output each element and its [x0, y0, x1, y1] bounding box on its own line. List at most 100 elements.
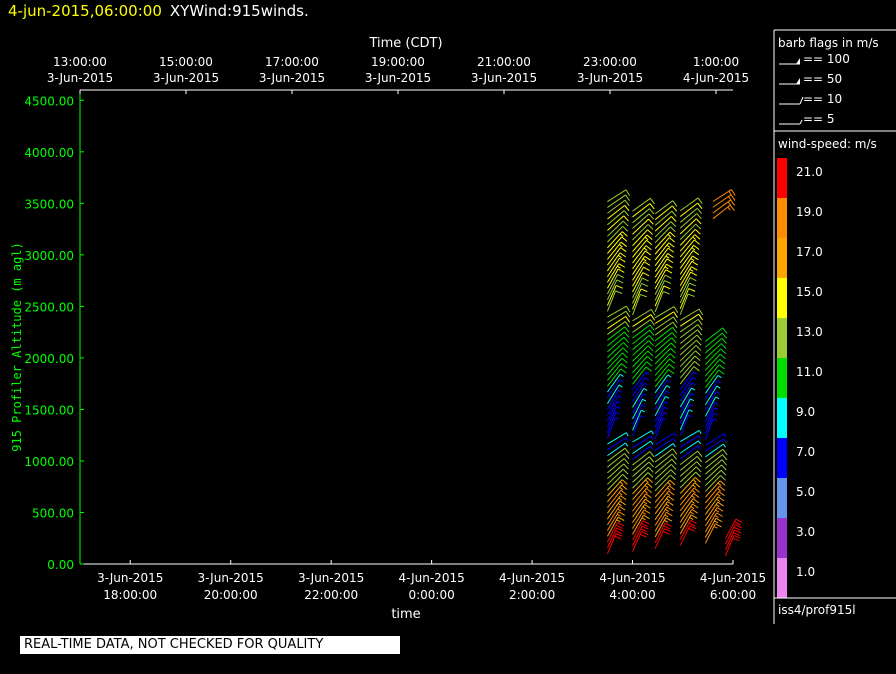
barb-full — [722, 327, 728, 334]
barb-full — [666, 258, 674, 264]
barb-staff — [679, 409, 690, 431]
barb-full — [689, 282, 696, 287]
barb-full — [640, 293, 647, 298]
barb-half — [642, 511, 647, 515]
barb-full — [623, 458, 630, 465]
speed-legend-title: wind-speed: m/s — [778, 137, 877, 151]
barb-full — [621, 484, 628, 490]
barb-full — [691, 266, 698, 271]
barb-full — [691, 260, 699, 266]
speed-legend-label: 5.0 — [796, 485, 815, 499]
barb-full — [644, 255, 651, 261]
y-tick-label: 500.00 — [32, 506, 74, 520]
barb-staff — [654, 316, 674, 330]
barb-full — [645, 250, 652, 256]
bottom-tick-date: 4-Jun-2015 — [599, 571, 665, 585]
barb-half — [643, 388, 648, 391]
barb-staff — [632, 440, 652, 454]
barb-staff — [704, 413, 715, 434]
barb-full — [693, 244, 700, 250]
barb-full — [648, 213, 655, 220]
barb-full — [718, 491, 725, 497]
top-tick-date: 3-Jun-2015 — [259, 71, 325, 85]
barb-half — [688, 409, 693, 412]
barb-full — [689, 277, 697, 282]
barb-full — [621, 363, 628, 369]
barb-staff — [704, 418, 714, 440]
barb-half — [691, 247, 696, 251]
barb-half — [697, 445, 701, 450]
barb-half — [644, 484, 649, 489]
barb-staff — [607, 305, 627, 318]
bottom-tick-time: 22:00:00 — [304, 588, 358, 602]
barb-full — [697, 319, 703, 326]
barb-full — [640, 533, 647, 538]
barb-full — [695, 223, 702, 230]
top-tick-date: 3-Jun-2015 — [365, 71, 431, 85]
barb-full — [664, 522, 672, 527]
speed-swatch — [777, 478, 787, 518]
barb-full — [668, 242, 675, 248]
barb-full — [642, 272, 650, 277]
barb-full — [735, 518, 743, 523]
speed-swatch — [777, 358, 787, 398]
barb-full — [617, 268, 625, 273]
top-tick-time: 15:00:00 — [159, 55, 213, 69]
barb-half — [618, 497, 623, 501]
barb-full — [720, 475, 726, 481]
barb-full — [643, 514, 650, 520]
barb-staff — [654, 258, 668, 278]
barb-full — [667, 495, 675, 501]
barb-half — [619, 481, 624, 485]
y-tick-label: 0.00 — [47, 558, 74, 572]
source-label: iss4/prof915l — [778, 603, 856, 617]
barb-full — [695, 350, 701, 356]
barb-full — [672, 321, 678, 329]
barb-full — [668, 490, 675, 496]
bottom-tick-date: 3-Jun-2015 — [97, 571, 163, 585]
barb-legend-flag — [796, 58, 800, 64]
barb-full — [716, 507, 724, 512]
barb-full — [721, 459, 727, 466]
barb-full — [620, 368, 627, 374]
barb-half — [664, 519, 669, 523]
barb-full — [692, 250, 700, 256]
barb-half — [715, 391, 720, 394]
barb-half — [644, 490, 648, 494]
barb-staff — [632, 283, 643, 304]
barb-full — [670, 221, 677, 227]
top-tick-time: 19:00:00 — [371, 55, 425, 69]
barb-full — [622, 220, 629, 227]
barb-half — [645, 479, 649, 484]
barb-full — [646, 239, 653, 246]
barb-half — [714, 401, 719, 405]
barb-legend-label: == 10 — [803, 92, 842, 106]
barb-staff — [632, 415, 642, 437]
barb-full — [687, 293, 695, 297]
barb-full — [670, 464, 677, 470]
barb-full — [624, 326, 630, 333]
barb-half — [619, 233, 624, 237]
barb-legend-label: == 50 — [803, 72, 842, 86]
barb-half — [714, 407, 719, 410]
barb-full — [673, 311, 678, 318]
barb-half — [666, 385, 671, 389]
speed-legend-label: 13.0 — [796, 325, 823, 339]
y-tick-label: 2000.00 — [24, 352, 74, 366]
barb-full — [668, 485, 675, 491]
barb-staff — [654, 418, 664, 440]
barb-full — [695, 466, 702, 473]
speed-swatch — [777, 518, 787, 558]
y-tick-label: 3000.00 — [24, 249, 74, 263]
bottom-axis-title: time — [391, 607, 420, 622]
barb-half — [641, 409, 646, 413]
barb-staff — [632, 435, 652, 449]
barb-full — [688, 288, 696, 292]
barb-half — [717, 374, 722, 379]
barb-full — [696, 213, 702, 220]
barb-full — [721, 337, 727, 344]
barb-full — [647, 472, 654, 478]
barb-staff — [607, 310, 627, 324]
barb-half — [692, 236, 697, 240]
barb-half — [722, 443, 727, 448]
